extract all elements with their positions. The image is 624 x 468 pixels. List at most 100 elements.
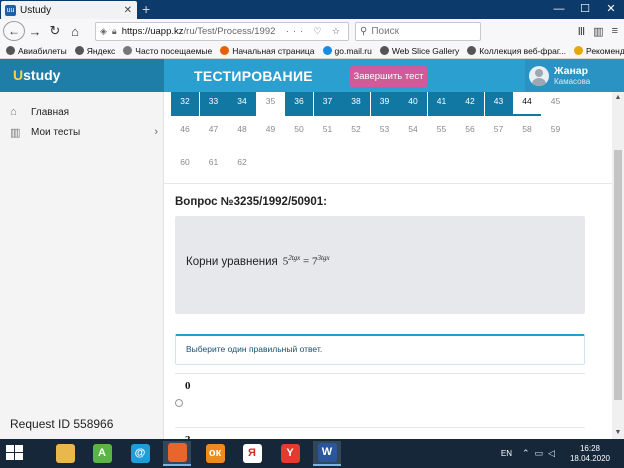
sidebar-toggle-icon[interactable]: ▥ xyxy=(593,25,603,38)
clock-date: 18.04.2020 xyxy=(569,453,610,463)
instruction-box: Выберите один правильный ответ. xyxy=(175,334,585,365)
windows-logo-pane xyxy=(15,445,23,452)
question-number-62[interactable]: 62 xyxy=(228,153,256,177)
lock-icon: 🔒︎ xyxy=(111,25,117,36)
bookmark-item[interactable]: Коллекция веб-фраг... xyxy=(467,46,566,56)
clock[interactable]: 16:28 18.04.2020 xyxy=(570,444,610,464)
minimize-icon[interactable]: — xyxy=(546,0,572,19)
sidebar: ⌂ Главная ▥ Мои тесты › Request ID 55896… xyxy=(0,92,164,439)
library-icon[interactable]: Ⅲ xyxy=(578,25,586,38)
question-number-61[interactable]: 61 xyxy=(200,153,228,177)
android-app-icon: A xyxy=(92,444,112,463)
question-number-56[interactable]: 56 xyxy=(456,120,484,144)
taskbar-app[interactable]: Y xyxy=(276,441,304,466)
bookmark-item[interactable]: go.mail.ru xyxy=(322,46,372,56)
forward-arrow-icon[interactable]: → xyxy=(25,24,45,39)
bookmark-item[interactable]: Авиабилеты xyxy=(6,46,67,56)
question-number-54[interactable]: 54 xyxy=(399,120,427,144)
window-controls: — ☐ ✕ xyxy=(546,0,624,19)
page-actions-icon[interactable]: ··· ♡ ☆ xyxy=(286,26,344,37)
chart-icon: ▥ xyxy=(10,126,21,139)
question-number-42[interactable]: 42 xyxy=(456,92,484,116)
bookmark-item[interactable]: Рекомендуемые сайты xyxy=(574,46,624,56)
question-number-33[interactable]: 33 xyxy=(199,92,228,116)
language-indicator[interactable]: EN xyxy=(501,449,512,458)
search-input[interactable]: ⚲ Поиск xyxy=(355,21,481,41)
home-browser-icon[interactable]: ⌂ xyxy=(65,24,85,39)
taskbar-app[interactable] xyxy=(163,441,191,466)
question-number-36[interactable]: 36 xyxy=(285,92,313,116)
taskbar-app[interactable]: ок xyxy=(201,441,229,466)
question-number-34[interactable]: 34 xyxy=(228,92,256,116)
question-number-48[interactable]: 48 xyxy=(228,120,256,144)
bookmark-item[interactable]: Часто посещаемые xyxy=(123,46,212,56)
question-number-47[interactable]: 47 xyxy=(200,120,228,144)
taskbar-app[interactable]: W xyxy=(313,441,341,466)
question-number-51[interactable]: 51 xyxy=(314,120,342,144)
question-number-45[interactable]: 45 xyxy=(542,92,570,116)
tray-icons[interactable]: ⌃▭◁ xyxy=(522,448,560,459)
user-names: Жанар Камасова xyxy=(554,64,590,86)
formula-exponent: 3tgx xyxy=(317,254,330,262)
bookmark-item[interactable]: Яндекс xyxy=(74,46,115,56)
site-favicon-icon: uu xyxy=(5,4,16,16)
question-number-57[interactable]: 57 xyxy=(485,120,513,144)
question-number-35[interactable]: 35 xyxy=(257,92,285,116)
windows-logo-pane xyxy=(6,445,14,452)
brand-logo[interactable]: Ustudy xyxy=(0,59,164,92)
sidebar-item-my-tests[interactable]: ▥ Мои тесты › xyxy=(10,124,158,140)
question-number-46[interactable]: 46 xyxy=(171,120,199,144)
brand-name: study xyxy=(23,67,61,83)
answer-option[interactable]: 0 xyxy=(175,373,585,427)
browser-tab[interactable]: uu Ustudy ✕ xyxy=(1,1,137,19)
bookmark-item[interactable]: Начальная страница xyxy=(220,46,315,56)
question-number-43[interactable]: 43 xyxy=(484,92,513,116)
finish-test-button[interactable]: Завершить тест xyxy=(350,66,427,87)
chevron-right-icon: › xyxy=(154,126,158,138)
question-number-52[interactable]: 52 xyxy=(342,120,370,144)
start-button[interactable] xyxy=(6,445,24,461)
taskbar-app[interactable]: Я xyxy=(238,441,266,466)
scroll-up-icon[interactable]: ▲ xyxy=(612,92,624,104)
browser-tab-bar: uu Ustudy ✕ + — ☐ ✕ xyxy=(0,0,624,19)
answer-radio[interactable] xyxy=(175,399,183,407)
question-number-32[interactable]: 32 xyxy=(171,92,199,116)
taskbar-app[interactable]: A xyxy=(88,441,116,466)
word-icon: W xyxy=(317,443,337,462)
question-number-41[interactable]: 41 xyxy=(427,92,456,116)
yandex-browser-icon: Я xyxy=(242,444,262,463)
answer-value: 0 xyxy=(185,380,191,392)
user-menu[interactable]: Жанар Камасова xyxy=(525,59,624,92)
user-name: Жанар xyxy=(554,64,589,77)
question-number-55[interactable]: 55 xyxy=(428,120,456,144)
sidebar-item-home[interactable]: ⌂ Главная xyxy=(10,104,158,120)
question-number-37[interactable]: 37 xyxy=(313,92,342,116)
question-number-38[interactable]: 38 xyxy=(342,92,370,116)
vertical-scrollbar[interactable]: ▲ ▼ xyxy=(612,92,624,439)
formula-equals: = xyxy=(300,255,313,268)
maximize-icon[interactable]: ☐ xyxy=(572,0,598,19)
question-number-40[interactable]: 40 xyxy=(399,92,427,116)
menu-icon[interactable]: ≡ xyxy=(612,25,618,38)
taskbar-app[interactable]: @ xyxy=(126,441,154,466)
back-arrow-icon[interactable]: ← xyxy=(3,21,25,41)
new-tab-button[interactable]: + xyxy=(142,1,150,17)
question-number-53[interactable]: 53 xyxy=(371,120,399,144)
question-number-59[interactable]: 59 xyxy=(542,120,570,144)
scrollbar-thumb[interactable] xyxy=(614,150,622,400)
question-number-49[interactable]: 49 xyxy=(257,120,285,144)
taskbar-app[interactable] xyxy=(51,441,79,466)
question-number-60[interactable]: 60 xyxy=(171,153,199,177)
reload-icon[interactable]: ↻ xyxy=(45,23,65,39)
answer-option[interactable]: 3 xyxy=(175,427,585,439)
globe-icon xyxy=(74,46,84,55)
close-window-icon[interactable]: ✕ xyxy=(598,0,624,19)
question-number-58[interactable]: 58 xyxy=(513,120,541,144)
address-bar[interactable]: ◈ 🔒︎ https://uapp.kz /ru/Test/Process/19… xyxy=(95,21,349,41)
bookmark-item[interactable]: Web Slice Gallery xyxy=(379,46,459,56)
scroll-down-icon[interactable]: ▼ xyxy=(612,427,624,439)
tab-close-icon[interactable]: ✕ xyxy=(124,5,132,16)
question-number-39[interactable]: 39 xyxy=(370,92,399,116)
question-number-44[interactable]: 44 xyxy=(513,92,541,116)
question-number-50[interactable]: 50 xyxy=(285,120,313,144)
